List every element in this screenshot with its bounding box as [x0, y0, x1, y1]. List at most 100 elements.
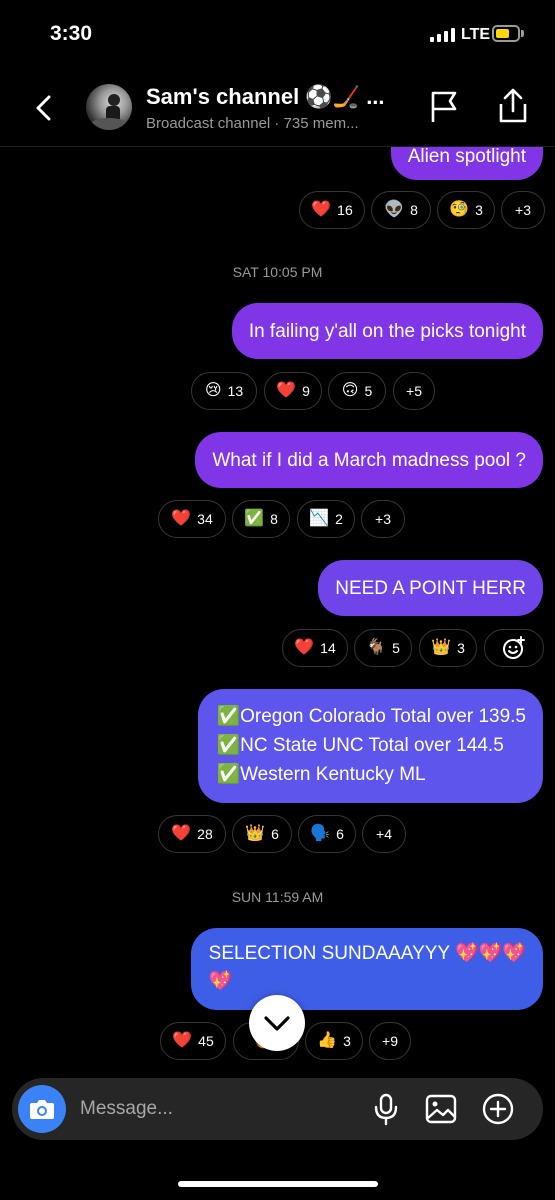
- reaction-count: 3: [457, 640, 465, 656]
- reaction-count: 16: [337, 202, 353, 218]
- reaction-pill[interactable]: 😢 13: [191, 372, 257, 410]
- message-line: What if I did a March madness pool ?: [212, 450, 526, 471]
- reaction-emoji: 😢: [204, 382, 222, 399]
- reaction-pill[interactable]: 🙃 5: [328, 372, 386, 410]
- reaction-count: 6: [271, 826, 279, 842]
- reaction-emoji: 📉: [309, 510, 330, 527]
- reaction-pill[interactable]: ❤️ 9: [264, 372, 322, 410]
- reaction-count: 6: [336, 826, 344, 842]
- reaction-count: +9: [382, 1033, 398, 1049]
- add-plus-icon[interactable]: [481, 1092, 515, 1126]
- reaction-count: 9: [302, 383, 310, 399]
- reaction-count: 5: [392, 640, 400, 656]
- reaction-row: ❤️ 14 🐐 5 👑 3: [0, 629, 555, 667]
- camera-button[interactable]: [18, 1085, 66, 1133]
- reaction-more[interactable]: +3: [361, 500, 405, 538]
- reaction-emoji: 🐐: [366, 639, 387, 656]
- share-icon[interactable]: [496, 88, 530, 124]
- timestamp: SUN 11:59 AM: [231, 889, 324, 905]
- reaction-emoji: 🗣️: [310, 825, 331, 842]
- reaction-pill[interactable]: 📉 2: [297, 500, 355, 538]
- signal-icon: [430, 28, 456, 42]
- scroll-to-bottom-button[interactable]: [249, 995, 305, 1051]
- reaction-pill[interactable]: 👍 3: [305, 1022, 363, 1060]
- reaction-row: ❤️ 34 ✅ 8 📉 2 +3: [0, 500, 555, 538]
- reaction-pill[interactable]: 🧐 3: [437, 191, 495, 229]
- back-arrow-icon[interactable]: [30, 94, 58, 122]
- message-line: ✅Western Kentucky ML: [216, 764, 426, 785]
- reaction-pill[interactable]: 👑 6: [232, 815, 292, 853]
- message-input[interactable]: Message...: [80, 1098, 173, 1120]
- message-line: 💖: [208, 971, 233, 992]
- message-bubble[interactable]: ✅Oregon Colorado Total over 139.5 ✅NC St…: [198, 689, 543, 803]
- add-reaction-button[interactable]: [484, 629, 544, 667]
- reaction-pill[interactable]: ❤️ 45: [160, 1022, 226, 1060]
- message-bubble[interactable]: In failing y'all on the picks tonight: [231, 303, 543, 359]
- message-bubble[interactable]: NEED A POINT HERR: [318, 560, 543, 616]
- message-line: ✅Oregon Colorado Total over 139.5: [216, 706, 526, 727]
- reaction-count: 3: [475, 202, 483, 218]
- reaction-emoji: ❤️: [311, 201, 332, 218]
- message-line: In failing y'all on the picks tonight: [248, 321, 526, 342]
- reaction-pill[interactable]: ❤️ 16: [299, 191, 365, 229]
- reaction-pill[interactable]: 🗣️ 6: [298, 815, 356, 853]
- reaction-count: 13: [227, 383, 244, 399]
- message-line: NEED A POINT HERR: [335, 578, 526, 599]
- reaction-more[interactable]: +4: [362, 815, 406, 853]
- reaction-emoji: ✅: [244, 510, 265, 527]
- reaction-pill[interactable]: 👑 3: [419, 629, 477, 667]
- reaction-emoji: ❤️: [171, 510, 192, 527]
- microphone-icon[interactable]: [369, 1092, 403, 1126]
- reaction-more[interactable]: +5: [393, 372, 435, 410]
- add-reaction-icon: [503, 636, 525, 659]
- reaction-row: 😢 13 ❤️ 9 🙃 5 +5: [0, 372, 555, 410]
- reaction-count: 28: [197, 826, 213, 842]
- battery-icon: [492, 25, 520, 42]
- reaction-pill[interactable]: ❤️ 28: [158, 815, 226, 853]
- reaction-pill[interactable]: 🐐 5: [354, 629, 412, 667]
- reaction-count: 2: [335, 511, 343, 527]
- network-label: LTE: [461, 26, 491, 43]
- reaction-emoji: 👑: [245, 825, 266, 842]
- reaction-emoji: 👑: [431, 639, 452, 656]
- reaction-emoji: 🧐: [449, 201, 470, 218]
- reaction-count: 14: [320, 640, 336, 656]
- chevron-down-icon: [264, 1016, 290, 1031]
- reaction-pill[interactable]: ✅ 8: [232, 500, 290, 538]
- reaction-count: 34: [197, 511, 213, 527]
- reaction-pill[interactable]: 👽 8: [371, 191, 431, 229]
- channel-avatar[interactable]: [86, 84, 132, 130]
- reaction-emoji: 👍: [317, 1032, 338, 1049]
- reaction-count: +3: [515, 202, 531, 218]
- reaction-count: +5: [406, 383, 422, 399]
- status-time: 3:30: [50, 22, 93, 45]
- message-bubble[interactable]: SELECTION SUNDAAAYYY 💖💖💖 💖: [190, 928, 543, 1010]
- reaction-row: ❤️ 16 👽 8 🧐 3 +3: [0, 191, 555, 229]
- reaction-emoji: ❤️: [171, 825, 192, 842]
- reaction-emoji: 🙃: [341, 382, 359, 399]
- reaction-pill[interactable]: ❤️ 14: [282, 629, 348, 667]
- reaction-emoji: ❤️: [294, 639, 315, 656]
- channel-subtitle[interactable]: Broadcast channel · 735 mem...: [146, 115, 359, 132]
- reaction-pill[interactable]: ❤️ 34: [158, 500, 226, 538]
- reaction-emoji: 👽: [384, 201, 405, 218]
- reaction-count: 3: [343, 1033, 351, 1049]
- chat-header: Sam's channel ⚽🏒 ... Broadcast channel ·…: [0, 70, 555, 147]
- reaction-count: 45: [198, 1033, 214, 1049]
- message-bubble[interactable]: What if I did a March madness pool ?: [195, 432, 543, 488]
- reaction-count: 8: [410, 202, 418, 218]
- message-line: SELECTION SUNDAAAYYY 💖💖💖: [208, 943, 526, 964]
- channel-title[interactable]: Sam's channel ⚽🏒 ...: [146, 84, 385, 110]
- gallery-icon[interactable]: [424, 1092, 458, 1126]
- message-line: ✅NC State UNC Total over 144.5: [216, 735, 504, 756]
- flag-icon[interactable]: [428, 90, 460, 124]
- reaction-count: 8: [270, 511, 278, 527]
- reaction-count: 5: [364, 383, 373, 399]
- reaction-emoji: ❤️: [172, 1032, 193, 1049]
- timestamp: SAT 10:05 PM: [232, 264, 323, 280]
- reaction-more[interactable]: +9: [369, 1022, 411, 1060]
- battery-nub: [521, 30, 524, 37]
- reaction-row: ❤️ 28 👑 6 🗣️ 6 +4: [0, 815, 555, 853]
- reaction-more[interactable]: +3: [501, 191, 545, 229]
- home-indicator: [178, 1181, 378, 1187]
